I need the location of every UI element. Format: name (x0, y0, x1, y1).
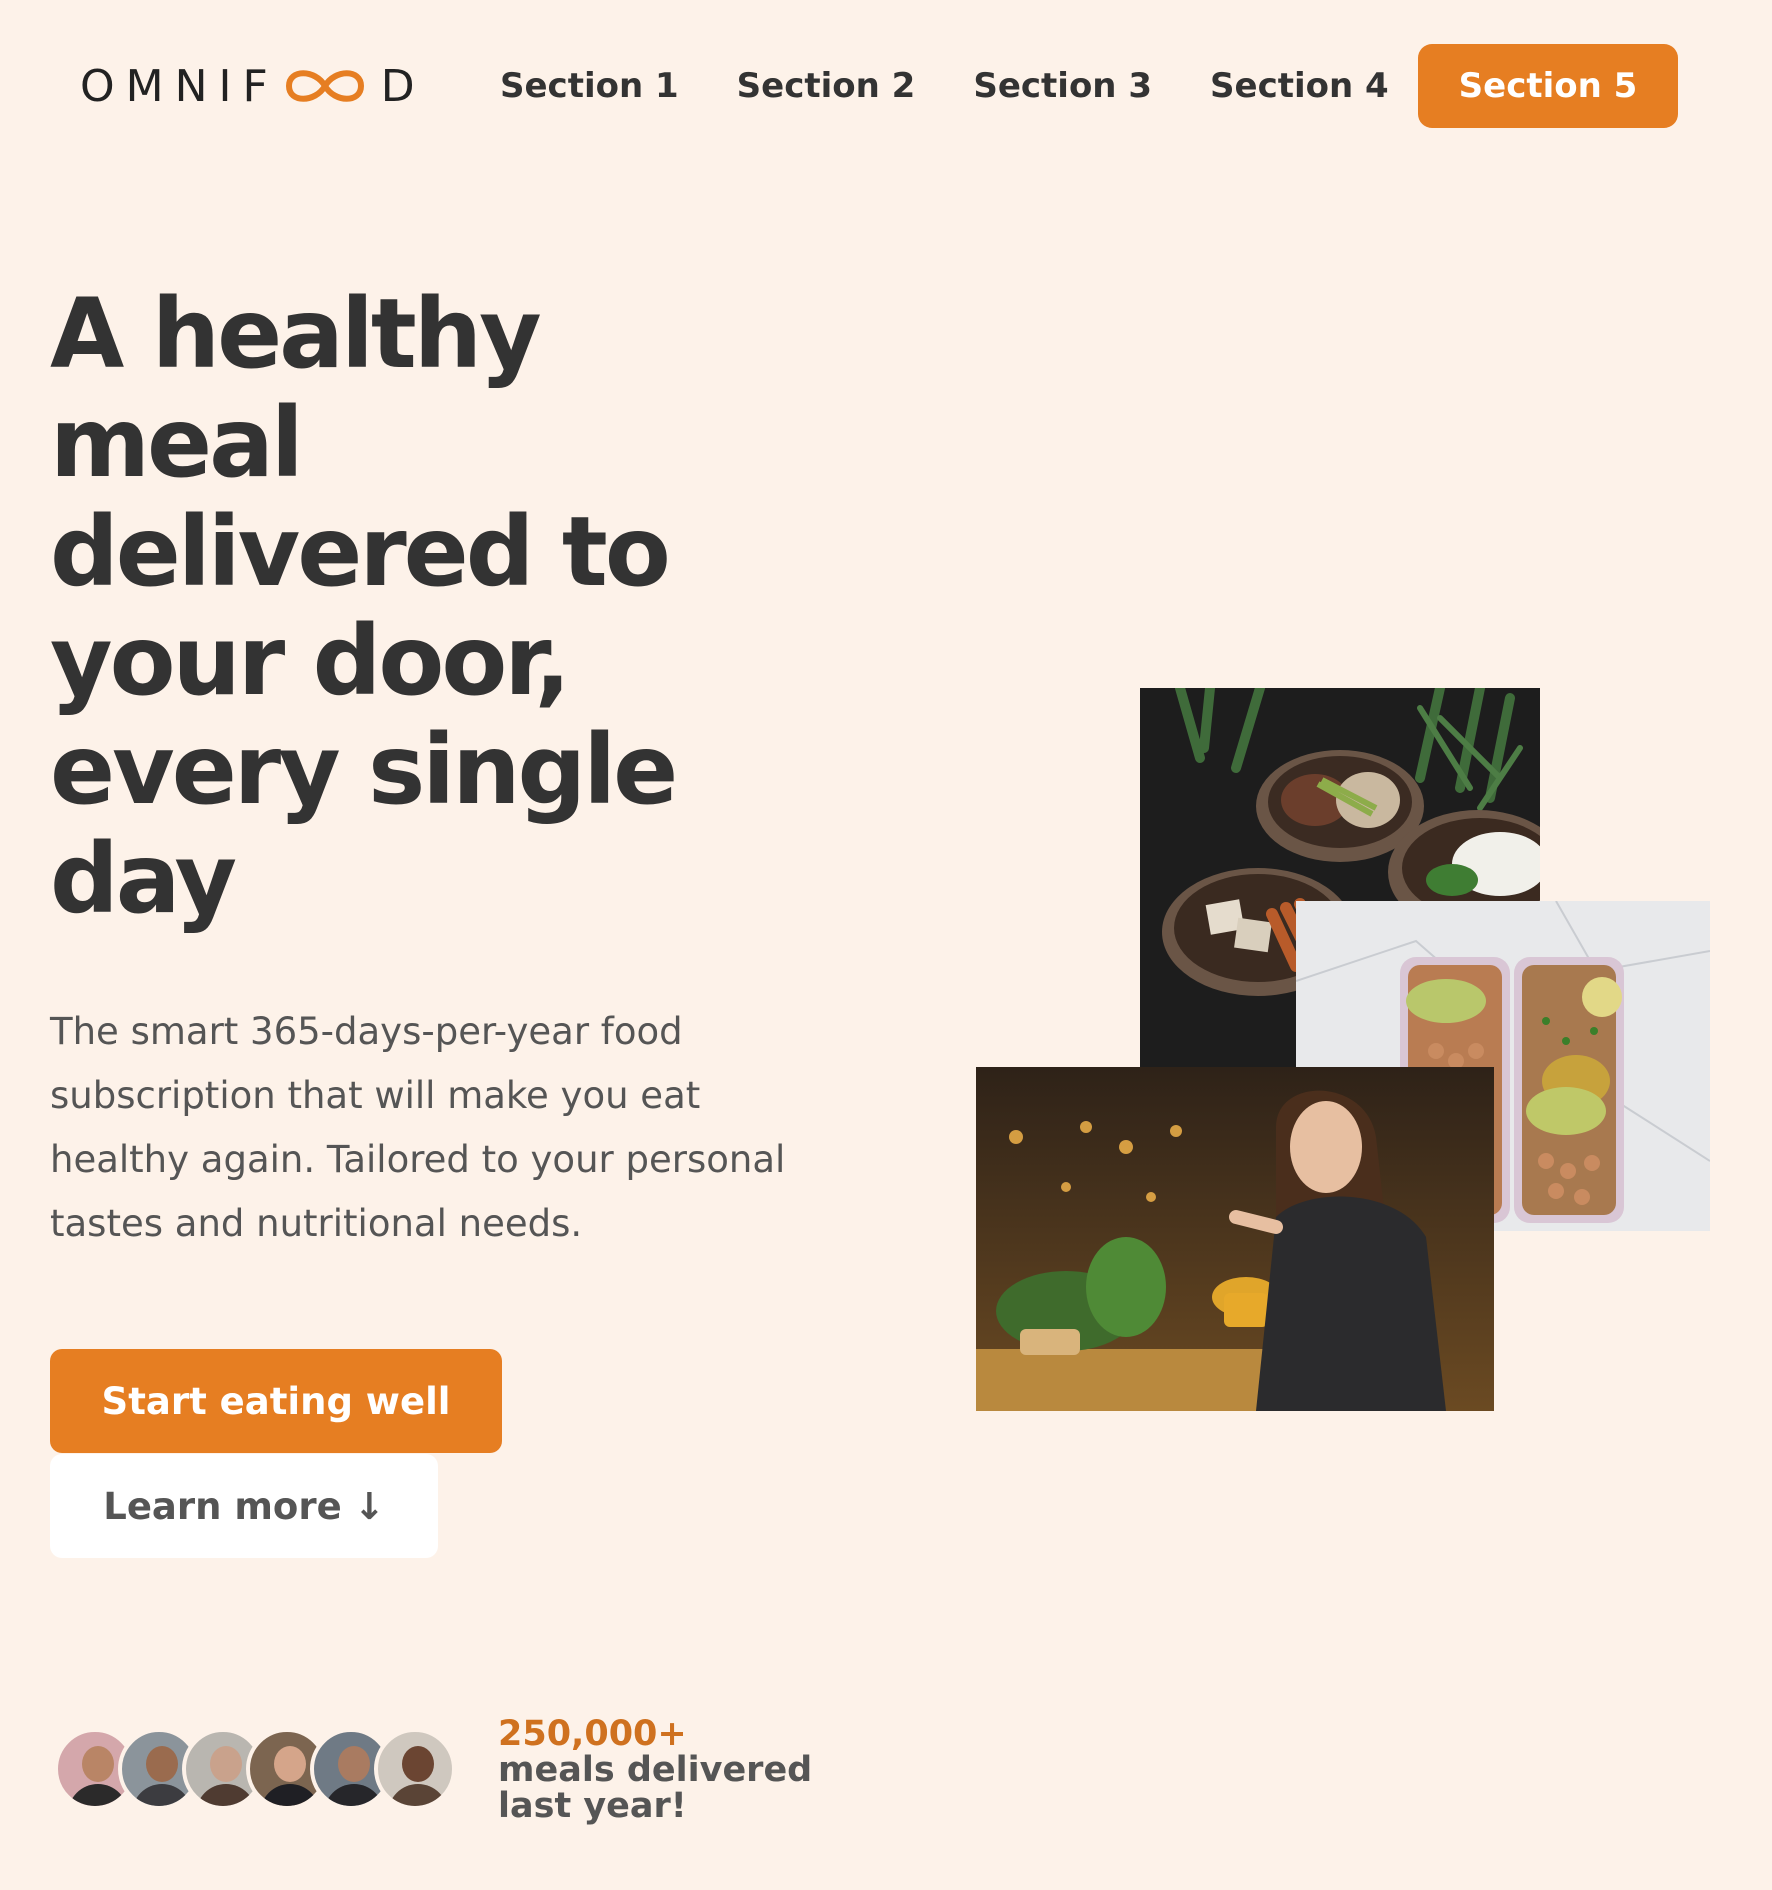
hero-title: A healthy meal delivered to your door, e… (50, 278, 678, 935)
nav-link-section-2[interactable]: Section 2 (737, 66, 916, 106)
customer-avatars (54, 1728, 464, 1814)
avatar (374, 1728, 456, 1810)
meals-delivered-stat: 250,000+ meals delivered last year! (498, 1716, 812, 1824)
hero-description: The smart 365-days-per-year food subscri… (50, 1010, 786, 1245)
learn-more-label: Learn more (103, 1484, 342, 1528)
meals-line-2: last year! (498, 1786, 687, 1826)
nav-link-section-4[interactable]: Section 4 (1210, 66, 1389, 106)
start-eating-button[interactable]: Start eating well (50, 1349, 502, 1453)
infinity-icon (285, 70, 364, 102)
learn-more-button[interactable]: Learn more ↓ (50, 1454, 438, 1558)
meals-count: 250,000+ (498, 1714, 687, 1754)
nav-cta-button[interactable]: Section 5 (1418, 44, 1678, 128)
logo-text-right: D (380, 60, 426, 112)
logo-text-left: OMNIF (80, 60, 279, 112)
woman-eating-image (976, 1067, 1494, 1411)
arrow-down-icon: ↓ (353, 1484, 385, 1528)
meals-line-1: meals delivered (498, 1750, 813, 1790)
site-header: OMNIF D Section 1 Section 2 Section 3 Se… (0, 0, 1772, 172)
main-nav: Section 1 Section 2 Section 3 Section 4 … (500, 44, 1678, 128)
logo[interactable]: OMNIF D (80, 58, 426, 114)
nav-link-section-1[interactable]: Section 1 (500, 66, 679, 106)
nav-link-section-3[interactable]: Section 3 (973, 66, 1152, 106)
